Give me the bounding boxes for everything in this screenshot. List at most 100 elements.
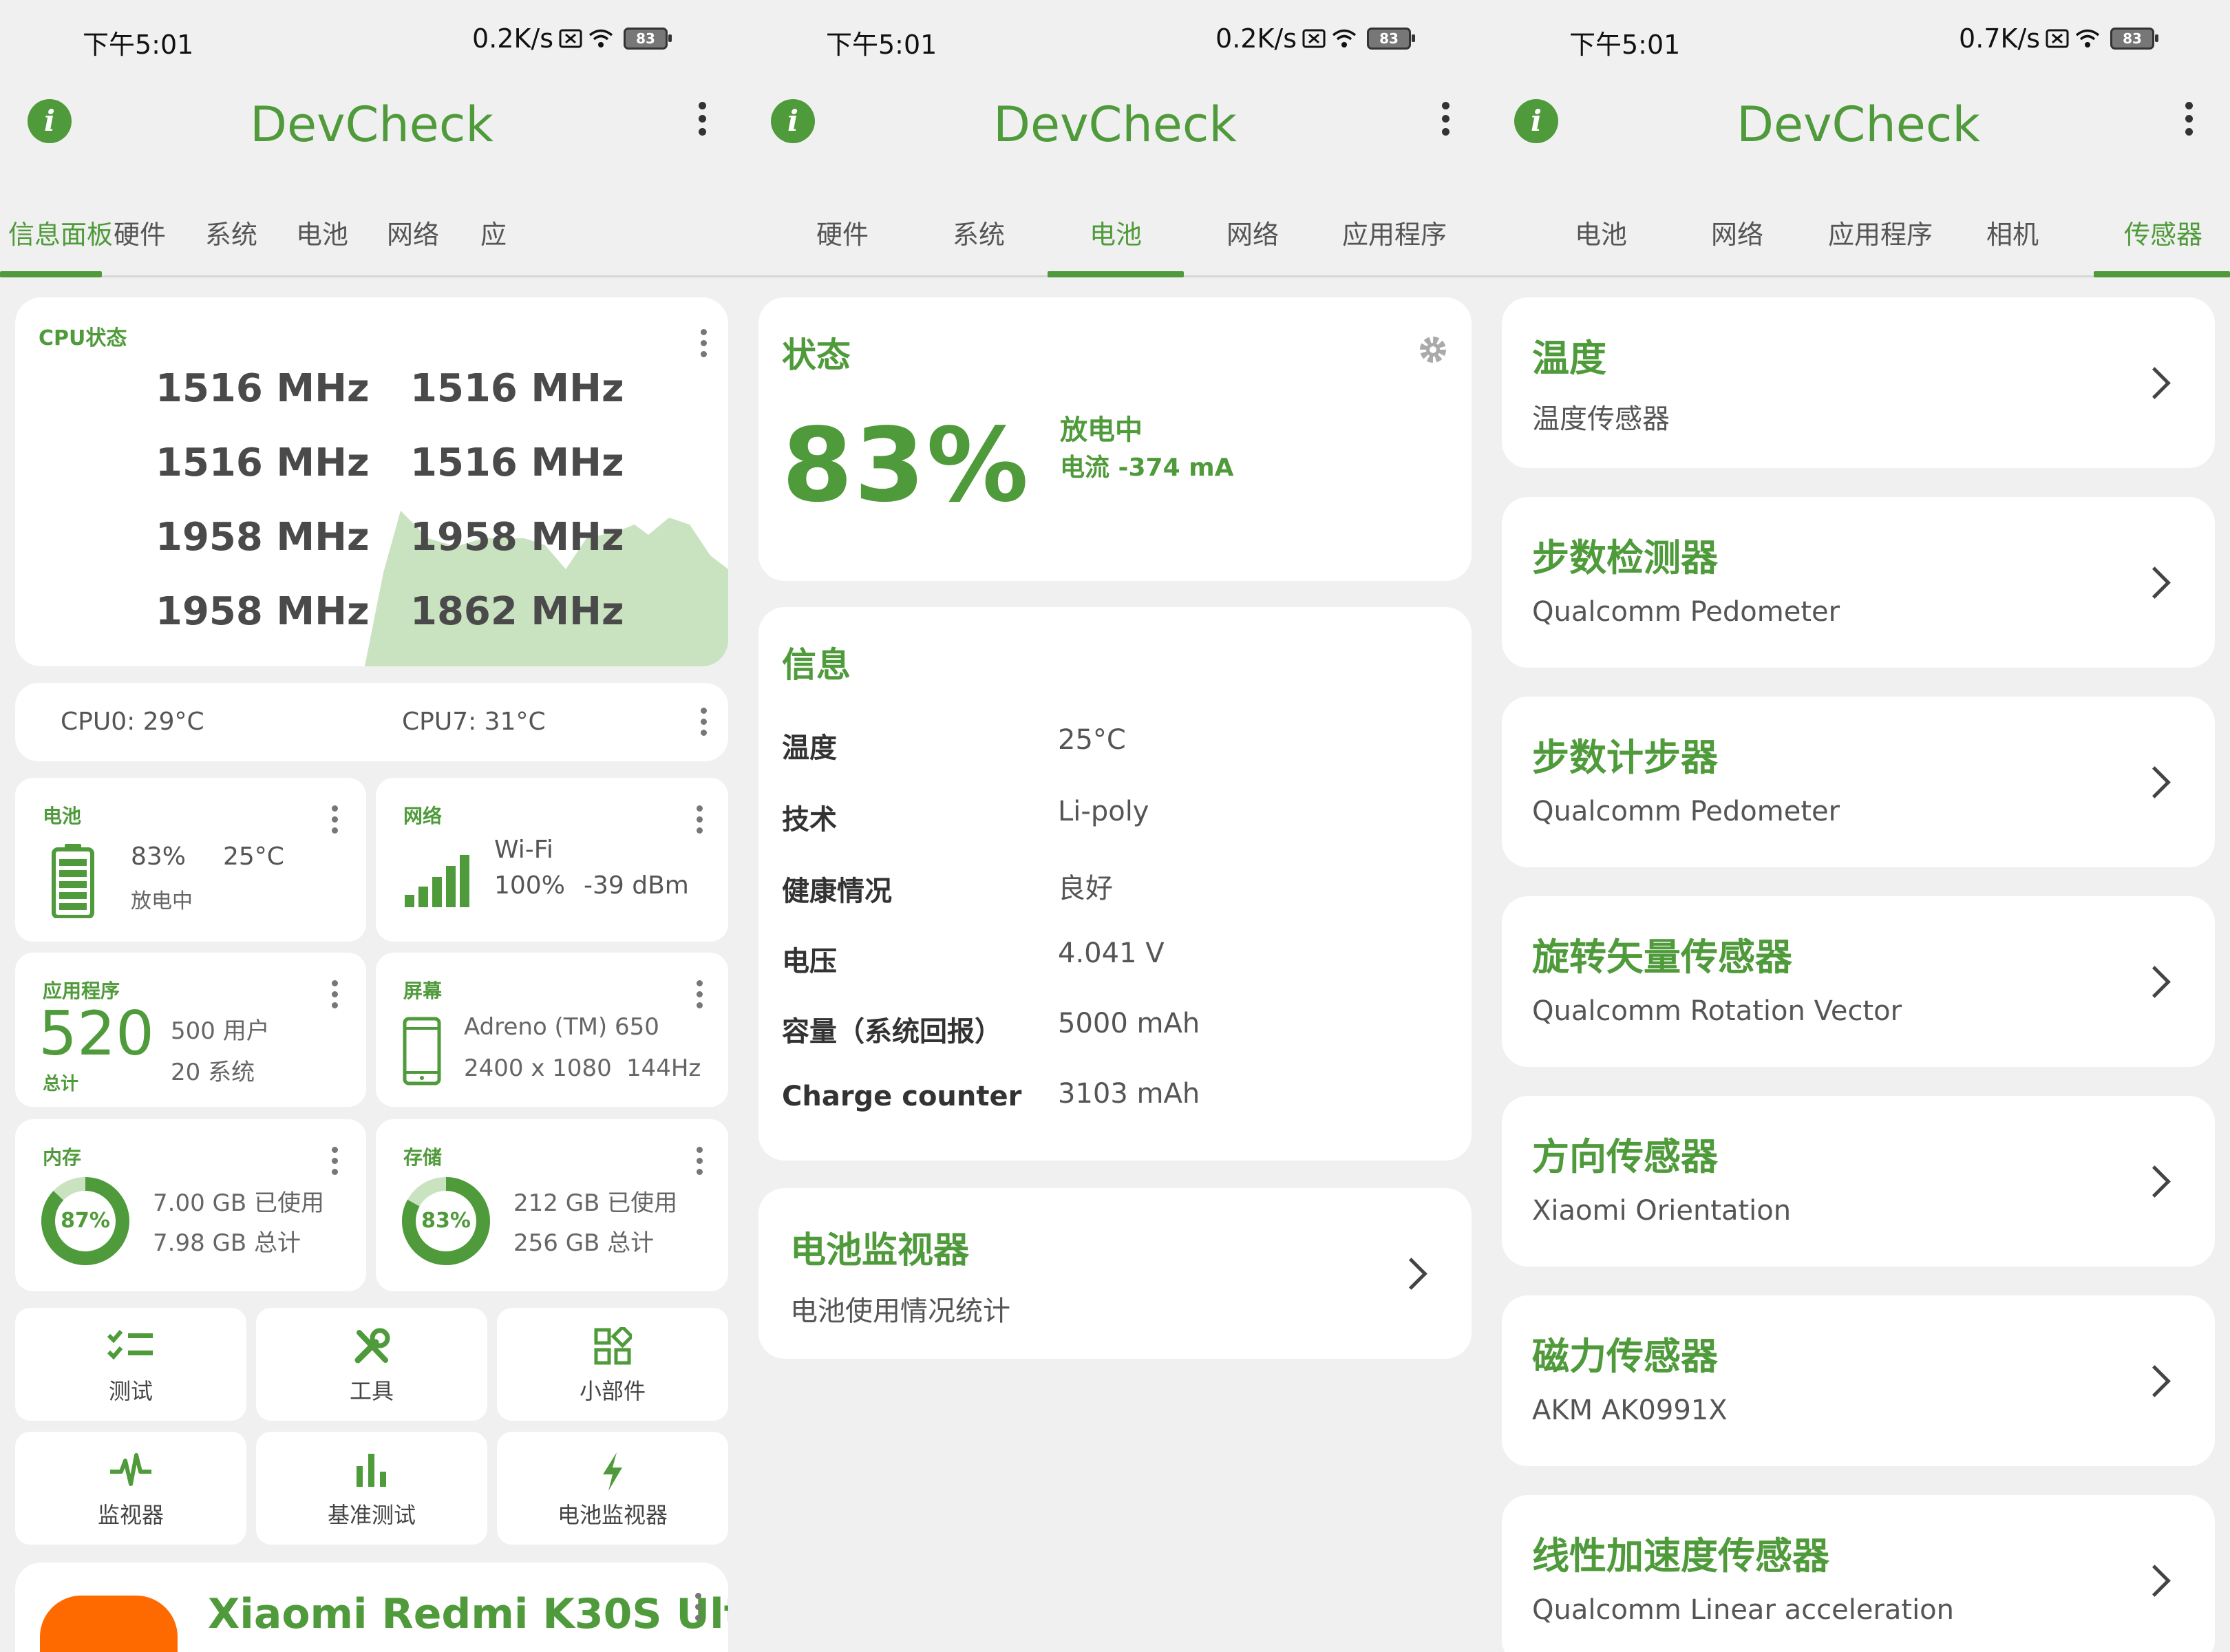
battery-level-icon xyxy=(52,844,94,918)
monitor-button[interactable]: 监视器 xyxy=(15,1432,246,1545)
tools-button[interactable]: 工具 xyxy=(256,1308,487,1421)
apps-user: 500 用户 xyxy=(171,1017,270,1045)
card-menu-icon[interactable] xyxy=(697,1147,703,1180)
signal-bars-icon xyxy=(405,855,469,907)
storage-summary-card[interactable]: 存储 83% 212 GB 已使用 256 GB 总计 xyxy=(376,1119,728,1291)
tab-indicator xyxy=(0,271,102,277)
apps-summary-card[interactable]: 应用程序 520 总计 500 用户 20 系统 xyxy=(15,953,366,1107)
tab-network[interactable]: 网络 xyxy=(1226,213,1279,251)
battery-level-large: 83% xyxy=(782,406,1030,525)
network-speed: 0.2K/s xyxy=(1215,23,1297,54)
card-menu-icon[interactable] xyxy=(695,1593,702,1626)
sensor-item[interactable]: 步数检测器 Qualcomm Pedometer xyxy=(1502,497,2215,668)
tab-system[interactable]: 系统 xyxy=(953,213,1005,251)
battery-monitor-button[interactable]: 电池监视器 xyxy=(497,1432,728,1545)
apps-total-label: 总计 xyxy=(43,1074,79,1094)
tab-camera[interactable]: 相机 xyxy=(1986,213,2039,251)
gear-icon[interactable] xyxy=(1416,333,1450,366)
memory-card-title: 内存 xyxy=(43,1146,82,1169)
sensor-item[interactable]: 温度 温度传感器 xyxy=(1502,297,2215,468)
chevron-right-icon xyxy=(2138,1165,2171,1198)
tab-hardware[interactable]: 硬件 xyxy=(816,213,869,251)
phone-icon xyxy=(403,1017,441,1086)
info-value: 25°C xyxy=(1058,724,1126,756)
tab-network[interactable]: 网络 xyxy=(387,213,439,251)
memory-summary-card[interactable]: 内存 87% 7.00 GB 已使用 7.98 GB 总计 xyxy=(15,1119,366,1291)
sensor-item[interactable]: 步数计步器 Qualcomm Pedometer xyxy=(1502,697,2215,867)
storage-card-title: 存储 xyxy=(403,1146,443,1169)
sensor-subtitle: Qualcomm Rotation Vector xyxy=(1532,995,1902,1027)
info-label: 技术 xyxy=(782,804,837,836)
tab-sensors[interactable]: 传感器 xyxy=(2124,213,2202,251)
card-menu-icon[interactable] xyxy=(701,708,708,741)
tab-apps-partial[interactable]: 应 xyxy=(480,213,507,251)
memory-used: 7.00 GB 已使用 xyxy=(153,1189,324,1217)
benchmark-label: 基准测试 xyxy=(327,1502,416,1528)
screen-sensors: 下午5:01 0.7K/s 83 i DevCheck 电池 网络 应用程序 相… xyxy=(1487,0,2230,1652)
chevron-right-icon xyxy=(2138,566,2171,599)
cpu-status-title: CPU状态 xyxy=(39,326,127,350)
sensor-item[interactable]: 旋转矢量传感器 Qualcomm Rotation Vector xyxy=(1502,896,2215,1067)
battery-summary-card[interactable]: 电池 83% 25°C 放电中 xyxy=(15,778,366,942)
apps-total: 520 xyxy=(39,998,154,1069)
overflow-menu-icon[interactable] xyxy=(2182,102,2196,143)
checklist-icon xyxy=(107,1330,153,1360)
card-menu-icon[interactable] xyxy=(332,1147,339,1180)
display-gpu: Adreno (TM) 650 xyxy=(464,1013,659,1041)
sensor-subtitle: Qualcomm Linear acceleration xyxy=(1532,1594,1955,1626)
sim-x-icon xyxy=(1302,29,1326,48)
tab-apps[interactable]: 应用程序 xyxy=(1828,213,1933,251)
sensor-title: 旋转矢量传感器 xyxy=(1532,935,1792,979)
tab-network[interactable]: 网络 xyxy=(1711,213,1763,251)
sensor-item[interactable]: 线性加速度传感器 Qualcomm Linear acceleration xyxy=(1502,1495,2215,1652)
device-card[interactable]: Xiaomi Redmi K30S Ultra xyxy=(15,1563,728,1652)
tab-bar: 信息面板 硬件 系统 电池 网络 应 xyxy=(0,193,743,277)
sensor-title: 步数检测器 xyxy=(1532,536,1718,580)
cpu-status-card[interactable]: CPU状态 1516 MHz 1516 MHz 1516 MHz 1516 MH… xyxy=(15,297,728,666)
sensor-item[interactable]: 方向传感器 Xiaomi Orientation xyxy=(1502,1096,2215,1267)
display-summary-card[interactable]: 屏幕 Adreno (TM) 650 2400 x 1080 144Hz xyxy=(376,953,728,1107)
network-summary-card[interactable]: 网络 Wi-Fi 100% -39 dBm xyxy=(376,778,728,942)
tab-battery[interactable]: 电池 xyxy=(1575,213,1627,251)
card-menu-icon[interactable] xyxy=(697,805,703,838)
cpu-temp-card[interactable]: CPU0: 29°C CPU7: 31°C xyxy=(15,683,728,761)
tab-dashboard[interactable]: 信息面板 xyxy=(8,213,113,251)
tab-hardware[interactable]: 硬件 xyxy=(114,213,166,251)
network-speed: 0.7K/s xyxy=(1959,23,2040,54)
sensor-title: 步数计步器 xyxy=(1532,736,1718,779)
tab-system[interactable]: 系统 xyxy=(205,213,257,251)
storage-total: 256 GB 总计 xyxy=(513,1229,655,1257)
card-menu-icon[interactable] xyxy=(697,980,703,1013)
cpu-core-freq: 1862 MHz xyxy=(410,589,624,634)
sensor-item[interactable]: 磁力传感器 AKM AK0991X xyxy=(1502,1295,2215,1466)
wifi-icon xyxy=(1332,29,1357,47)
card-menu-icon[interactable] xyxy=(332,980,339,1013)
overflow-menu-icon[interactable] xyxy=(695,102,709,143)
cpu-core-freq: 1958 MHz xyxy=(156,515,370,560)
card-menu-icon[interactable] xyxy=(701,329,708,362)
overflow-menu-icon[interactable] xyxy=(1438,102,1452,143)
status-bar: 下午5:01 0.2K/s 83 xyxy=(0,0,743,83)
cpu-core-freq: 1516 MHz xyxy=(410,366,624,411)
battery-icon: 83 xyxy=(624,28,672,50)
memory-total: 7.98 GB 总计 xyxy=(153,1229,301,1257)
status-time: 下午5:01 xyxy=(83,30,194,60)
storage-used: 212 GB 已使用 xyxy=(513,1189,678,1217)
battery-monitor-card[interactable]: 电池监视器 电池使用情况统计 xyxy=(758,1188,1472,1359)
tab-battery[interactable]: 电池 xyxy=(1090,213,1142,251)
sensor-subtitle: Qualcomm Pedometer xyxy=(1532,596,1840,628)
wifi-icon xyxy=(2075,29,2100,47)
widgets-button[interactable]: 小部件 xyxy=(497,1308,728,1421)
benchmark-button[interactable]: 基准测试 xyxy=(256,1432,487,1545)
tab-battery[interactable]: 电池 xyxy=(296,213,348,251)
info-value: 5000 mAh xyxy=(1058,1008,1200,1039)
info-value: 4.041 V xyxy=(1058,938,1165,969)
chevron-right-icon xyxy=(2138,1565,2171,1597)
info-label: 电压 xyxy=(782,946,837,977)
info-label: Charge counter xyxy=(782,1081,1022,1112)
tab-apps[interactable]: 应用程序 xyxy=(1342,213,1447,251)
tools-icon xyxy=(354,1328,390,1364)
battery-monitor-label: 电池监视器 xyxy=(557,1502,668,1528)
card-menu-icon[interactable] xyxy=(332,805,339,838)
tests-button[interactable]: 测试 xyxy=(15,1308,246,1421)
